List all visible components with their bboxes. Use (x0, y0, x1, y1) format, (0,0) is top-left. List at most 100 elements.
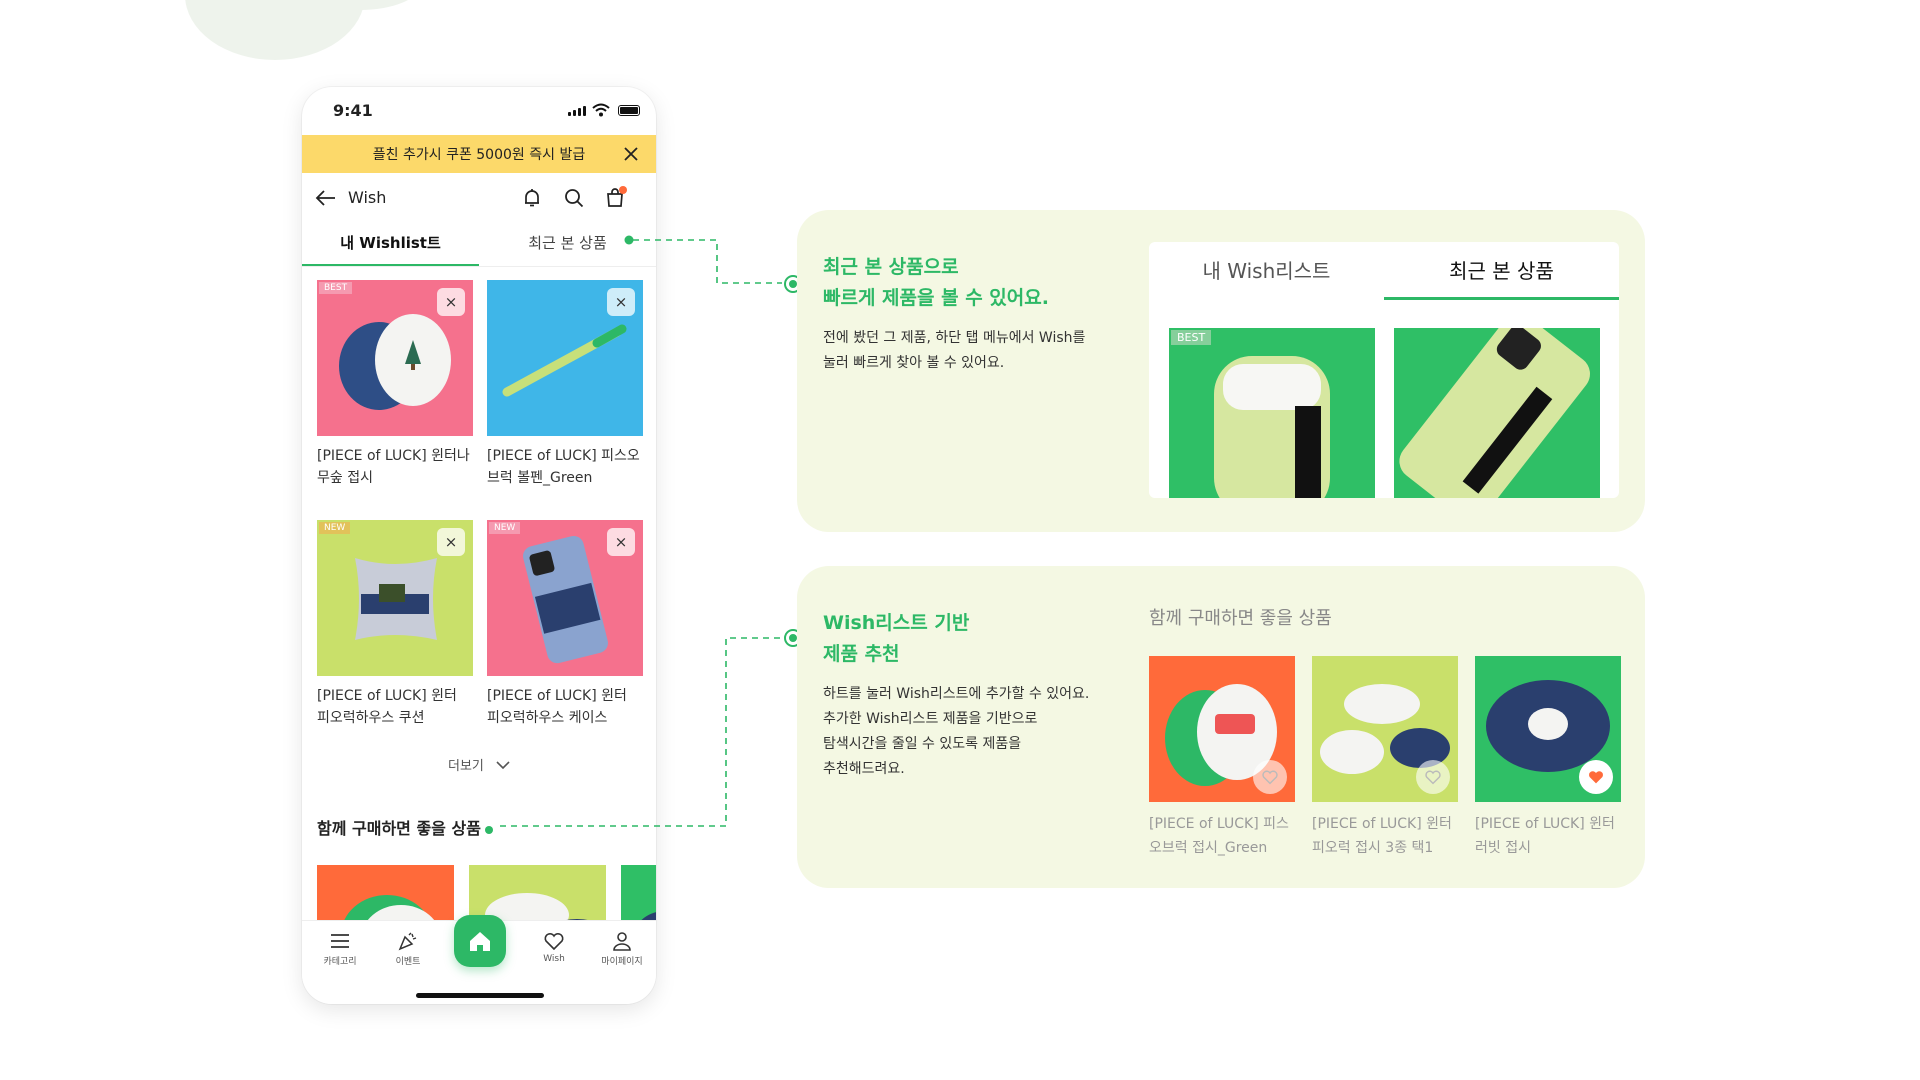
nav-event[interactable]: 이벤트 (378, 931, 438, 967)
close-icon[interactable] (622, 145, 640, 163)
panel-desc-line: 탐색시간을 줄일 수 있도록 제품을 (823, 736, 1022, 752)
preview-tab-my[interactable]: 내 Wish리스트 (1149, 242, 1384, 300)
wish-item[interactable]: NEW × [PIECE of LUCK] 윈터 피오럭하우스 케이스 (487, 520, 643, 729)
feature-panel-recommend: Wish리스트 기반 제품 추천 하트를 눌러 Wish리스트에 추가할 수 있… (797, 566, 1645, 888)
product-image: × (487, 280, 643, 436)
remove-button[interactable]: × (607, 528, 635, 556)
page-title: Wish (348, 188, 387, 207)
product-image (1312, 656, 1458, 802)
preview-tab-recent[interactable]: 최근 본 상품 (1384, 242, 1619, 300)
reco-item[interactable]: [PIECE of LUCK] 윈터 피오럭 접시 3종 택1 (1312, 656, 1458, 860)
signal-icon (568, 106, 586, 116)
product-name-line: [PIECE of LUCK] 피스 (1149, 816, 1289, 832)
bell-icon[interactable] (521, 187, 543, 209)
heart-button-liked[interactable] (1579, 760, 1613, 794)
phone-case-image[interactable] (1394, 328, 1600, 498)
product-image: NEW × (317, 520, 473, 676)
panel-title-line: 최근 본 상품으로 (823, 256, 959, 278)
chevron-down-icon (496, 761, 510, 770)
panel-title-line: 제품 추천 (823, 643, 900, 665)
more-label: 더보기 (447, 759, 484, 774)
airpods-case-image[interactable]: BEST (1169, 328, 1375, 498)
product-name-line: 오브럭 접시_Green (1149, 840, 1268, 856)
product-name-line: 러빗 접시 (1475, 840, 1531, 856)
together-section-title: 함께 구매하면 좋을 상품 (317, 815, 493, 839)
panel-title-line: Wish리스트 기반 (823, 612, 970, 634)
panel-desc-line: 전에 봤던 그 제품, 하단 탭 메뉴에서 Wish를 (823, 330, 1086, 346)
product-name-line: 피오럭 접시 3종 택1 (1312, 840, 1434, 856)
battery-icon (618, 105, 640, 116)
heart-button[interactable] (1253, 760, 1287, 794)
heart-icon (544, 932, 564, 951)
nav-mypage-label: 마이페이지 (601, 957, 643, 967)
product-name: [PIECE of LUCK] 피스오브럭 볼펜_Green (487, 448, 640, 486)
tab-my-wishlist[interactable]: 내 Wishlist트 (302, 223, 479, 266)
home-icon (470, 932, 490, 951)
nav-category[interactable]: 카테고리 (310, 931, 370, 967)
heart-icon (1425, 770, 1441, 785)
together-title: 함께 구매하면 좋을 상품 (317, 819, 481, 838)
nav-wish-label: Wish (543, 954, 565, 964)
panel-desc-line: 추가한 Wish리스트 제품을 기반으로 (823, 711, 1038, 727)
product-name: [PIECE of LUCK] 윈터 피오럭하우스 케이스 (487, 688, 627, 726)
reco-title: 함께 구매하면 좋을 상품 (1149, 608, 1332, 629)
menu-icon (331, 934, 349, 948)
heart-button[interactable] (1416, 760, 1450, 794)
panel-desc-line: 눌러 빠르게 찾아 볼 수 있어요. (823, 355, 1005, 371)
nav-mypage[interactable]: 마이페이지 (592, 931, 652, 967)
remove-button[interactable]: × (437, 288, 465, 316)
wifi-icon (592, 103, 610, 117)
more-button[interactable]: 더보기 (302, 755, 656, 774)
nav-event-label: 이벤트 (395, 957, 421, 967)
panel-desc-line: 추천해드려요. (823, 761, 905, 777)
panel-desc-line: 하트를 눌러 Wish리스트에 추가할 수 있어요. (823, 686, 1090, 702)
reco-item[interactable]: [PIECE of LUCK] 윈터 러빗 접시 (1475, 656, 1621, 860)
panel-description: 전에 봤던 그 제품, 하단 탭 메뉴에서 Wish를 눌러 빠르게 찾아 볼 … (823, 326, 1085, 376)
connector-dot (484, 825, 493, 834)
connector-lines (500, 235, 802, 827)
home-button[interactable] (454, 915, 506, 967)
app-header: Wish (302, 173, 656, 223)
status-time: 9:41 (333, 101, 373, 120)
heart-filled-icon (1589, 771, 1603, 784)
party-popper-icon (398, 932, 417, 951)
back-arrow-icon[interactable] (315, 189, 337, 207)
recent-preview: 내 Wish리스트 최근 본 상품 BEST (1149, 242, 1619, 498)
product-image (1475, 656, 1621, 802)
product-image: BEST × (317, 280, 473, 436)
heart-icon (1262, 770, 1278, 785)
wish-item[interactable]: BEST × [PIECE of LUCK] 윈터나무숲 접시 (317, 280, 473, 489)
badge-new: NEW (489, 522, 521, 534)
badge-new: NEW (319, 522, 351, 534)
remove-button[interactable]: × (607, 288, 635, 316)
badge-best: BEST (319, 282, 353, 294)
badge-best: BEST (1171, 330, 1212, 345)
product-name: [PIECE of LUCK] 윈터 러빗 접시 (1475, 812, 1621, 860)
nav-wish[interactable]: Wish (524, 931, 584, 964)
remove-button[interactable]: × (437, 528, 465, 556)
product-name: [PIECE of LUCK] 윈터나무숲 접시 (317, 448, 470, 486)
panel-description: 하트를 눌러 Wish리스트에 추가할 수 있어요. 추가한 Wish리스트 제… (823, 682, 1089, 782)
phone-mockup: 9:41 플친 추가시 쿠폰 5000원 즉시 발급 Wish 내 Wishli… (302, 87, 656, 1004)
panel-title-line: 빠르게 제품을 볼 수 있어요. (823, 287, 1049, 309)
status-bar: 9:41 (302, 87, 656, 135)
home-indicator (416, 993, 544, 998)
product-name-line: [PIECE of LUCK] 윈터 (1475, 816, 1615, 832)
panel-title: Wish리스트 기반 제품 추천 (823, 608, 969, 670)
coupon-banner[interactable]: 플친 추가시 쿠폰 5000원 즉시 발급 (302, 135, 656, 173)
wish-item[interactable]: NEW × [PIECE of LUCK] 윈터 피오럭하우스 쿠션 (317, 520, 473, 729)
product-name: [PIECE of LUCK] 피스 오브럭 접시_Green (1149, 812, 1295, 860)
user-icon (613, 932, 631, 951)
cart-badge (619, 186, 627, 194)
product-name: [PIECE of LUCK] 윈터 피오럭 접시 3종 택1 (1312, 812, 1458, 860)
wish-item[interactable]: × [PIECE of LUCK] 피스오브럭 볼펜_Green (487, 280, 643, 489)
banner-text: 플친 추가시 쿠폰 5000원 즉시 발급 (372, 147, 586, 163)
product-name-line: [PIECE of LUCK] 윈터 (1312, 816, 1452, 832)
reco-list: [PIECE of LUCK] 피스 오브럭 접시_Green [PIECE o… (1149, 656, 1621, 860)
tab-recent-viewed[interactable]: 최근 본 상품 (479, 223, 656, 266)
product-image (1149, 656, 1295, 802)
search-icon[interactable] (563, 187, 585, 209)
reco-item[interactable]: [PIECE of LUCK] 피스 오브럭 접시_Green (1149, 656, 1295, 860)
product-image: NEW × (487, 520, 643, 676)
cart-icon[interactable] (604, 186, 627, 209)
